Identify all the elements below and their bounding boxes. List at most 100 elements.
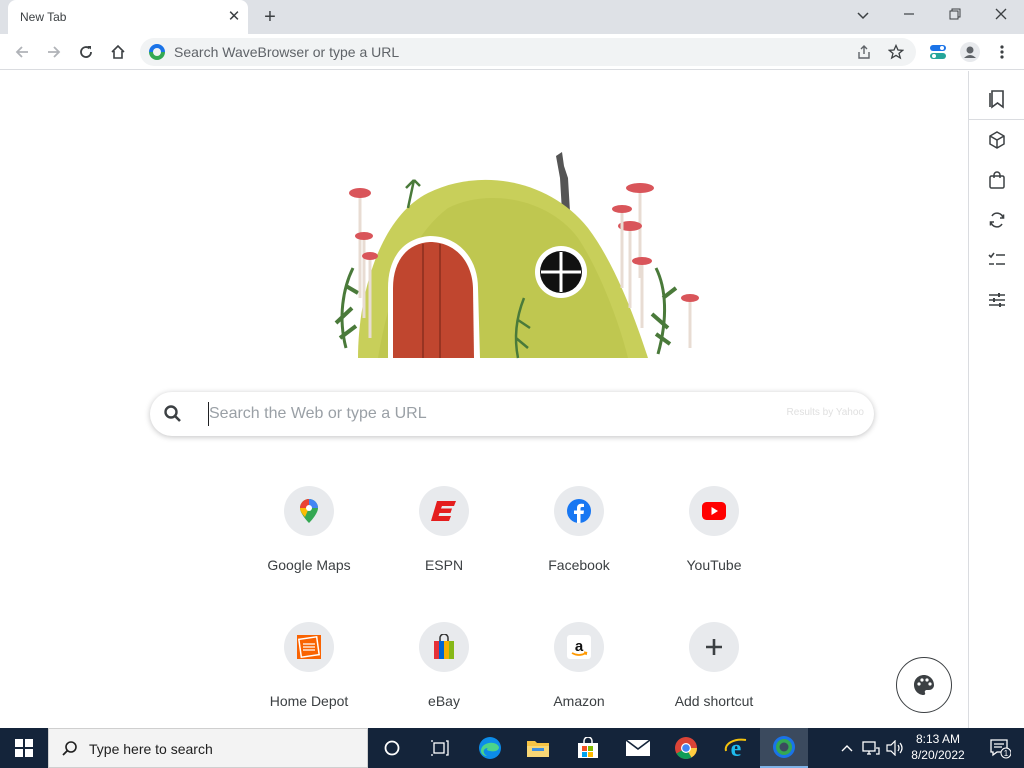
search-icon	[62, 741, 77, 756]
shortcut-label: YouTube	[686, 557, 742, 573]
new-tab-button[interactable]: +	[258, 5, 282, 29]
notification-count: 1	[1004, 749, 1009, 758]
shortcut-label: Amazon	[553, 693, 605, 709]
shortcut-amazon[interactable]: a Amazon	[514, 622, 644, 742]
sync-panel-button[interactable]	[983, 206, 1011, 234]
side-panel	[968, 71, 1024, 728]
windows-taskbar: Type here to search e 8:13 AM 8/20/2022 …	[0, 728, 1024, 768]
folder-icon	[527, 741, 549, 757]
ebay-icon	[419, 622, 469, 672]
youtube-icon	[689, 486, 739, 536]
shortcut-label: Add shortcut	[674, 693, 754, 709]
customize-theme-button[interactable]	[896, 657, 952, 713]
google-maps-icon	[284, 486, 334, 536]
shortcut-ebay[interactable]: eBay	[379, 622, 509, 742]
menu-button[interactable]	[988, 38, 1016, 66]
show-hidden-icons-button[interactable]	[836, 728, 858, 768]
bookmark-star-icon[interactable]	[887, 43, 905, 65]
volume-button[interactable]	[884, 728, 906, 768]
palette-icon	[914, 675, 934, 695]
cortana-icon	[384, 740, 400, 756]
home-depot-icon	[284, 622, 334, 672]
wavebrowser-logo-icon	[149, 44, 165, 60]
cube-panel-button[interactable]	[983, 126, 1011, 154]
svg-text:a: a	[575, 638, 584, 655]
restore-button[interactable]	[938, 3, 972, 29]
shortcut-youtube[interactable]: YouTube	[649, 486, 779, 606]
extensions-button[interactable]	[924, 38, 952, 66]
bookmarks-panel-button[interactable]	[983, 85, 1011, 113]
action-center-button[interactable]: 1	[976, 728, 1024, 768]
shortcut-label: Google Maps	[267, 557, 351, 573]
taskbar-search-box[interactable]: Type here to search	[48, 728, 368, 768]
chevron-up-icon	[841, 745, 853, 752]
search-icon[interactable]	[163, 404, 183, 424]
chrome-icon	[675, 737, 697, 759]
shortcut-facebook[interactable]: Facebook	[514, 486, 644, 606]
taskbar-store[interactable]	[564, 728, 612, 768]
shortcut-espn[interactable]: ESPN	[379, 486, 509, 606]
internet-explorer-icon: e	[724, 736, 747, 760]
taskbar-file-explorer[interactable]	[514, 728, 562, 768]
network-button[interactable]	[860, 728, 882, 768]
edge-icon	[479, 737, 501, 759]
profile-button[interactable]	[956, 38, 984, 66]
bookmarks-icon	[989, 90, 1004, 109]
browser-toolbar: Search WaveBrowser or type a URL	[0, 34, 1024, 70]
mail-icon	[626, 740, 650, 756]
shortcut-home-depot[interactable]: Home Depot	[244, 622, 374, 742]
web-search-input[interactable]	[208, 402, 768, 426]
arrow-right-icon	[48, 46, 61, 58]
side-panel-divider	[969, 119, 1024, 120]
task-view-button[interactable]	[416, 728, 464, 768]
home-button[interactable]	[104, 38, 132, 66]
shortcut-google-maps[interactable]: Google Maps	[244, 486, 374, 606]
network-icon	[862, 741, 880, 755]
clock-time: 8:13 AM	[915, 732, 961, 746]
store-icon	[578, 737, 598, 758]
clock-date: 8/20/2022	[911, 748, 965, 762]
results-by-label: Results by Yahoo	[786, 407, 864, 418]
back-button[interactable]	[8, 38, 36, 66]
home-icon	[111, 44, 125, 59]
checklist-icon	[988, 252, 1005, 265]
shopping-panel-button[interactable]	[983, 166, 1011, 194]
sliders-icon	[989, 293, 1005, 307]
taskbar-edge[interactable]	[466, 728, 514, 768]
add-shortcut-button[interactable]: Add shortcut	[649, 622, 779, 742]
volume-icon	[886, 740, 903, 756]
address-bar-placeholder: Search WaveBrowser or type a URL	[174, 44, 400, 60]
wavebrowser-icon	[773, 736, 795, 758]
tab-search-icon[interactable]	[846, 3, 880, 29]
tab-new-tab[interactable]: New Tab ✕	[8, 0, 248, 34]
share-icon[interactable]	[856, 44, 872, 65]
reload-button[interactable]	[72, 38, 100, 66]
cortana-button[interactable]	[368, 728, 416, 768]
checklist-panel-button[interactable]	[983, 246, 1011, 274]
taskbar-internet-explorer[interactable]: e	[712, 728, 760, 768]
taskbar-chrome[interactable]	[662, 728, 710, 768]
web-search-box: Results by Yahoo	[150, 392, 874, 436]
notification-icon: 1	[990, 739, 1011, 759]
shopping-bag-icon	[989, 171, 1005, 189]
tab-close-icon[interactable]: ✕	[224, 7, 244, 27]
forward-button[interactable]	[40, 38, 68, 66]
settings-panel-button[interactable]	[983, 286, 1011, 314]
taskbar-wavebrowser[interactable]	[760, 728, 808, 768]
add-icon	[689, 622, 739, 672]
start-button[interactable]	[0, 728, 48, 768]
taskbar-search-placeholder: Type here to search	[89, 741, 213, 757]
reload-icon	[80, 46, 92, 58]
address-bar[interactable]: Search WaveBrowser or type a URL	[140, 38, 916, 66]
task-view-icon	[431, 740, 449, 756]
sync-icon	[989, 212, 1005, 228]
shortcut-label: eBay	[428, 693, 460, 709]
toggle-extension-icon	[930, 45, 946, 59]
taskbar-mail[interactable]	[614, 728, 662, 768]
minimize-button[interactable]	[892, 3, 926, 29]
cube-icon	[989, 131, 1005, 149]
avatar-icon	[960, 42, 980, 62]
shortcut-label: ESPN	[424, 557, 464, 573]
close-window-button[interactable]	[984, 3, 1018, 29]
shortcut-label: Home Depot	[269, 693, 349, 709]
